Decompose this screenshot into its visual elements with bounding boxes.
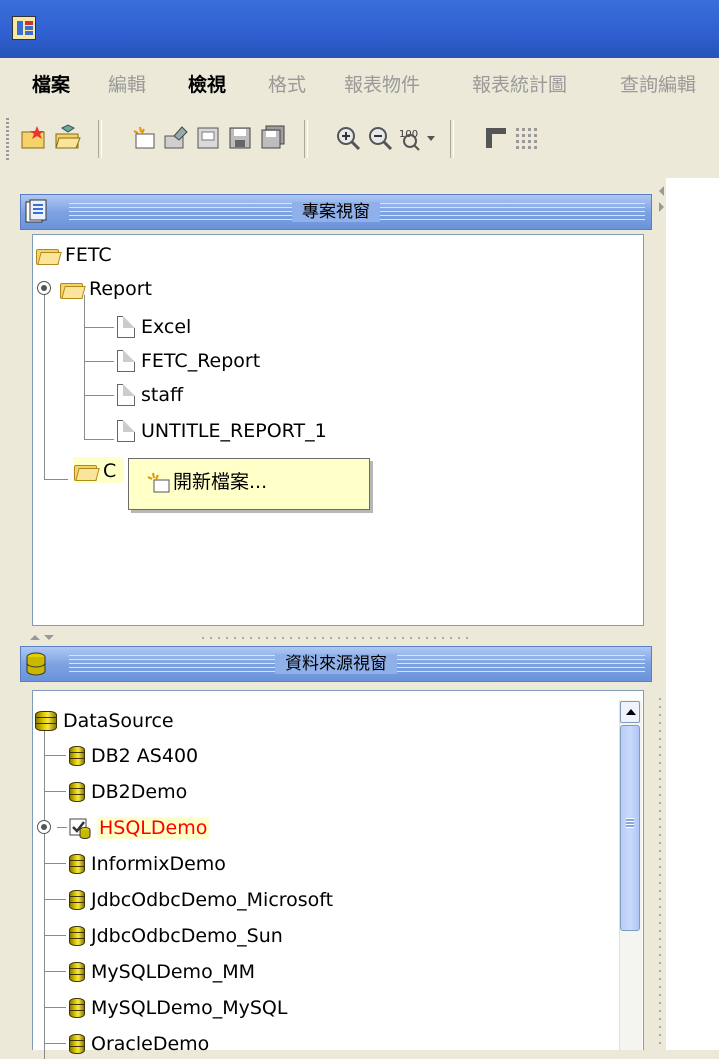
datasource-item[interactable]: InformixDemo [69, 850, 226, 876]
datasource-label: JdbcOdbcDemo_Microsoft [91, 888, 334, 911]
project-panel-header: 專案視窗 [20, 194, 652, 230]
vertical-splitter[interactable] [656, 178, 666, 1050]
datasource-tree[interactable]: DataSource DB2 AS400 DB2Demo HSQLDemo In… [32, 690, 644, 1059]
database-icon [69, 997, 85, 1018]
menu-edit[interactable]: 編輯 [108, 74, 146, 96]
datasource-panel-header: 資料來源視窗 [20, 646, 652, 682]
tree-node-report-item[interactable]: FETC_Report [117, 347, 260, 373]
expand-toggle-icon[interactable] [37, 281, 51, 295]
new-folder-icon[interactable] [20, 124, 48, 152]
scrollbar-thumb[interactable] [620, 725, 640, 931]
tree-node-fetc[interactable]: FETC [35, 241, 112, 267]
document-icon [117, 315, 135, 338]
tree-node-report[interactable]: Report [59, 275, 152, 301]
document-icon [117, 419, 135, 442]
folder-icon [35, 246, 59, 265]
menu-report-objects[interactable]: 報表物件 [344, 74, 420, 96]
database-icon [35, 710, 57, 731]
zoom-out-icon[interactable] [366, 124, 394, 152]
datasource-item[interactable]: DB2Demo [69, 778, 187, 804]
new-report-icon[interactable] [130, 124, 158, 152]
tree-node-label: Report [89, 277, 152, 300]
database-icon [69, 889, 85, 910]
save-all-icon[interactable] [258, 124, 286, 152]
datasource-item[interactable]: JdbcOdbcDemo_Microsoft [69, 886, 333, 912]
toolbar-separator [98, 120, 102, 158]
database-icon [69, 745, 85, 766]
menu-report-chart[interactable]: 報表統計圖 [472, 74, 567, 96]
horizontal-splitter[interactable] [20, 630, 652, 644]
datasource-item[interactable]: MySQLDemo_MM [69, 958, 255, 984]
tree-node-report-item[interactable]: Excel [117, 313, 191, 339]
tree-node-label: FETC [65, 243, 112, 266]
datasource-label: MySQLDemo_MySQL [91, 996, 288, 1019]
database-icon [69, 925, 85, 946]
open-report-icon[interactable] [162, 124, 190, 152]
document-icon [117, 349, 135, 372]
grid-icon[interactable] [512, 124, 540, 152]
tree-node-label: C [103, 459, 117, 482]
folder-icon [59, 280, 83, 299]
tree-node-label: DataSource [63, 709, 174, 732]
menu-item-new-file[interactable]: 開新檔案... [173, 469, 267, 495]
tree-node-label: FETC_Report [141, 349, 261, 372]
tree-node-label: Excel [141, 315, 192, 338]
folder-icon [73, 462, 97, 481]
project-tree[interactable]: FETC Report Excel FETC_Report staff UNTI… [32, 234, 644, 626]
datasource-item[interactable]: DB2 AS400 [69, 742, 198, 768]
scroll-up-button[interactable] [620, 701, 640, 723]
project-panel-title: 專案視窗 [292, 202, 380, 222]
datasource-item[interactable]: MySQLDemo_MySQL [69, 994, 287, 1020]
app-icon[interactable] [12, 16, 36, 40]
database-icon [69, 961, 85, 982]
datasource-panel-title: 資料來源視窗 [275, 654, 397, 674]
open-folder-icon[interactable] [54, 124, 82, 152]
import-icon[interactable] [194, 124, 222, 152]
expand-toggle-icon[interactable] [37, 820, 51, 834]
datasource-label: DB2Demo [91, 780, 188, 803]
document-icon [117, 383, 135, 406]
database-icon [69, 853, 85, 874]
tree-node-label: staff [141, 383, 184, 406]
datasource-label: MySQLDemo_MM [91, 960, 255, 983]
database-icon [69, 781, 85, 802]
tree-node-report-item[interactable]: UNTITLE_REPORT_1 [117, 417, 327, 443]
checked-database-icon [69, 818, 91, 839]
context-menu: 開新檔案... [128, 458, 370, 510]
toolbar-grip[interactable] [6, 118, 9, 162]
table-layout-icon[interactable] [482, 124, 510, 152]
datasource-label: OracleDemo [91, 1032, 210, 1055]
datasource-label: JdbcOdbcDemo_Sun [91, 924, 283, 947]
datasource-item[interactable]: JdbcOdbcDemo_Sun [69, 922, 283, 948]
save-icon[interactable] [226, 124, 254, 152]
menu-view[interactable]: 檢視 [188, 74, 226, 96]
datasource-item[interactable]: OracleDemo [69, 1030, 209, 1056]
tree-node-label: UNTITLE_REPORT_1 [141, 419, 327, 442]
tree-node-report-item[interactable]: staff [117, 381, 183, 407]
editor-area[interactable] [666, 178, 719, 1050]
toolbar-separator [304, 120, 308, 158]
database-icon [69, 1033, 85, 1054]
datasource-label: DB2 AS400 [91, 744, 199, 767]
menu-file[interactable]: 檔案 [32, 74, 70, 96]
new-file-icon [147, 472, 170, 493]
menu-format[interactable]: 格式 [268, 74, 306, 96]
zoom-in-icon[interactable] [334, 124, 362, 152]
tree-node-datasource-root[interactable]: DataSource [35, 707, 174, 733]
datasource-label: HSQLDemo [97, 816, 210, 839]
collapse-arrows-icon[interactable] [656, 184, 666, 214]
collapse-arrows-icon[interactable] [28, 632, 64, 642]
tree-node-second-folder[interactable]: C [73, 457, 125, 483]
toolbar-separator [450, 120, 454, 158]
zoom-100-icon[interactable]: 100 [398, 124, 438, 152]
datasource-label: InformixDemo [91, 852, 226, 875]
menu-bar: 檔案 編輯 檢視 格式 報表物件 報表統計圖 查詢編輯 [0, 58, 719, 110]
title-bar [0, 0, 719, 58]
menu-query-edit[interactable]: 查詢編輯 [620, 74, 696, 96]
datasource-item-selected[interactable]: HSQLDemo [69, 814, 210, 840]
toolbar: 100 [0, 110, 719, 170]
